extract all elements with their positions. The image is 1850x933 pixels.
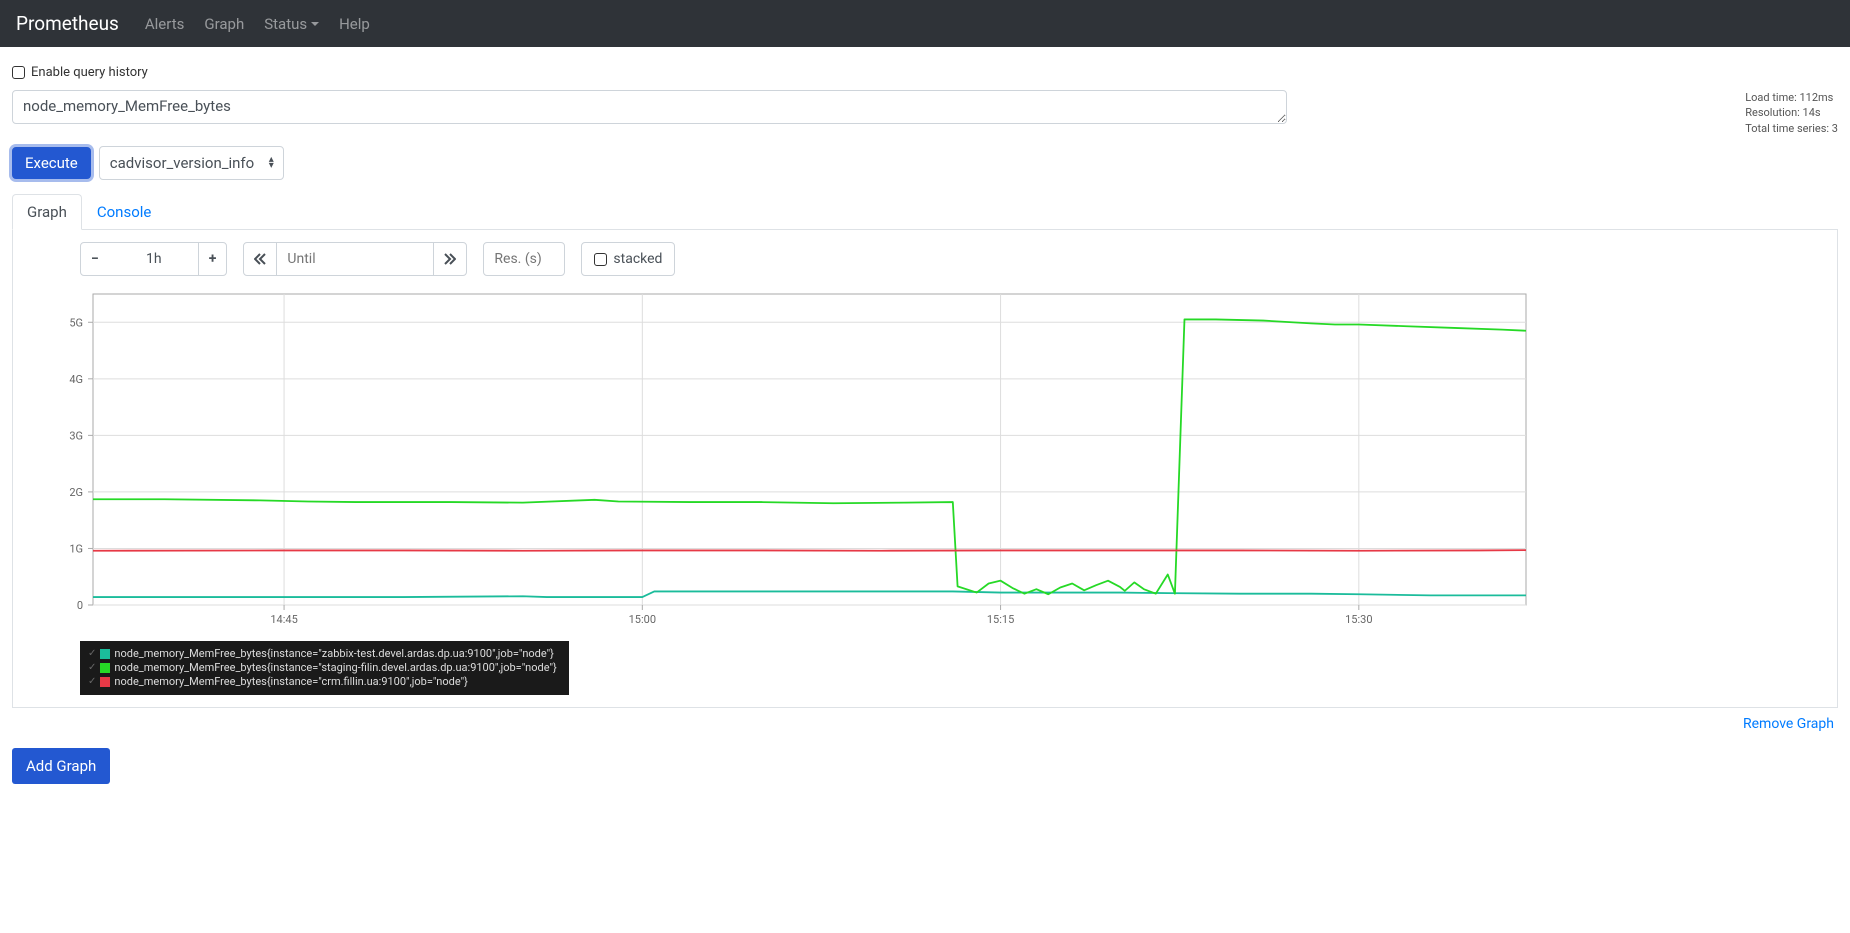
enable-query-history[interactable]: Enable query history: [12, 59, 1838, 90]
chevron-down-icon: [311, 22, 319, 26]
time-group: [243, 242, 467, 276]
range-group: − +: [80, 242, 227, 276]
execute-button[interactable]: Execute: [12, 147, 91, 179]
check-icon: ✓: [88, 647, 96, 661]
stacked-toggle[interactable]: stacked: [581, 242, 675, 276]
navbar: Prometheus Alerts Graph Status Help: [0, 0, 1850, 47]
legend-swatch: [100, 677, 110, 687]
svg-text:2G: 2G: [69, 486, 83, 499]
time-back-button[interactable]: [243, 242, 277, 276]
check-icon: ✓: [88, 661, 96, 675]
legend-item[interactable]: ✓ node_memory_MemFree_bytes{instance="zab…: [88, 647, 557, 661]
expression-input[interactable]: [12, 90, 1287, 124]
stat-load: Load time: 112ms: [1745, 90, 1838, 105]
stat-resolution: Resolution: 14s: [1745, 105, 1838, 120]
time-forward-button[interactable]: [433, 242, 467, 276]
svg-text:3G: 3G: [69, 430, 83, 443]
nav-alerts[interactable]: Alerts: [135, 7, 195, 41]
tab-graph[interactable]: Graph: [12, 194, 82, 230]
nav-graph[interactable]: Graph: [194, 7, 254, 41]
add-graph-button[interactable]: Add Graph: [12, 748, 110, 784]
legend-item[interactable]: ✓ node_memory_MemFree_bytes{instance="crm…: [88, 675, 557, 689]
legend-swatch: [100, 649, 110, 659]
legend-swatch: [100, 663, 110, 673]
query-stats: Load time: 112ms Resolution: 14s Total t…: [1725, 90, 1838, 136]
enable-query-history-label: Enable query history: [31, 65, 148, 80]
tabs: Graph Console: [12, 194, 1838, 230]
until-input[interactable]: [276, 242, 434, 276]
chart[interactable]: 0 1G 2G 3G 4G 5G 14:45 15:00 15:15 15:30: [25, 290, 1825, 635]
rewind-icon: [254, 253, 266, 265]
remove-graph-link[interactable]: Remove Graph: [1743, 716, 1834, 732]
nav-status[interactable]: Status: [254, 7, 329, 41]
checkbox-icon: [594, 253, 607, 266]
stacked-label: stacked: [613, 251, 662, 267]
nav-status-label: Status: [264, 15, 307, 33]
range-increase-button[interactable]: +: [198, 242, 228, 276]
tab-console[interactable]: Console: [82, 194, 167, 230]
checkbox-icon[interactable]: [12, 66, 25, 79]
svg-text:15:30: 15:30: [1345, 613, 1372, 626]
svg-text:15:00: 15:00: [629, 613, 656, 626]
metric-select[interactable]: cadvisor_version_info: [99, 146, 284, 180]
legend: ✓ node_memory_MemFree_bytes{instance="zab…: [80, 641, 569, 695]
resolution-input[interactable]: [483, 242, 565, 276]
svg-text:1G: 1G: [69, 543, 83, 556]
stat-series: Total time series: 3: [1745, 121, 1838, 136]
legend-label: node_memory_MemFree_bytes{instance="zabb…: [114, 647, 553, 661]
brand[interactable]: Prometheus: [16, 12, 119, 35]
chart-svg: 0 1G 2G 3G 4G 5G 14:45 15:00 15:15 15:30: [25, 290, 1530, 635]
check-icon: ✓: [88, 675, 96, 689]
nav-help[interactable]: Help: [329, 7, 380, 41]
fast-forward-icon: [444, 253, 456, 265]
legend-label: node_memory_MemFree_bytes{instance="crm.…: [114, 675, 467, 689]
svg-text:15:15: 15:15: [987, 613, 1014, 626]
legend-item[interactable]: ✓ node_memory_MemFree_bytes{instance="sta…: [88, 661, 557, 675]
range-decrease-button[interactable]: −: [80, 242, 110, 276]
svg-text:5G: 5G: [69, 316, 83, 329]
svg-text:0: 0: [77, 599, 83, 612]
range-input[interactable]: [109, 242, 199, 276]
svg-text:4G: 4G: [69, 373, 83, 386]
legend-label: node_memory_MemFree_bytes{instance="stag…: [114, 661, 556, 675]
svg-text:14:45: 14:45: [270, 613, 297, 626]
